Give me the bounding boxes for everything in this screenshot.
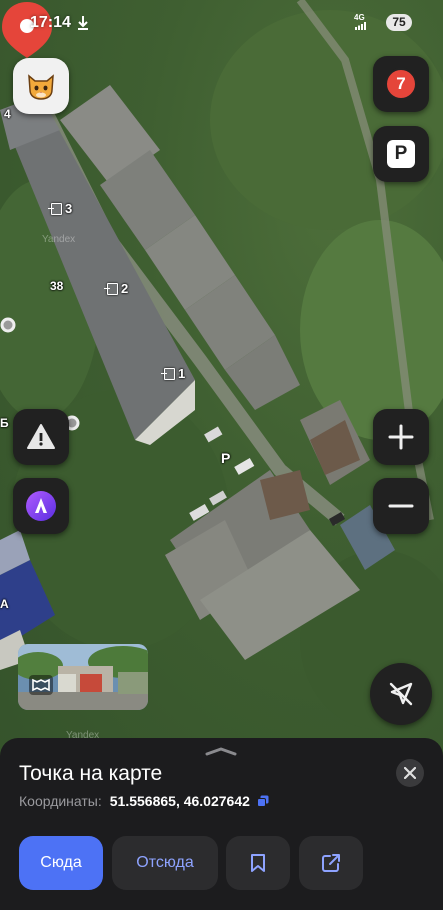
- bookmark-button[interactable]: [226, 836, 290, 890]
- zoom-in-button[interactable]: [373, 409, 429, 465]
- map-edge-label: 4: [4, 107, 11, 121]
- profile-avatar-button[interactable]: [13, 58, 69, 114]
- download-icon: [78, 16, 88, 30]
- my-location-button[interactable]: [370, 663, 432, 725]
- zoom-out-button[interactable]: [373, 478, 429, 534]
- entrance-marker-2[interactable]: 2: [104, 281, 129, 296]
- entrance-marker-1[interactable]: 1: [161, 366, 186, 381]
- map-edge-label: Б: [0, 416, 9, 430]
- share-button[interactable]: [299, 836, 363, 890]
- traffic-score-badge: 7: [385, 68, 417, 100]
- house-number-label: 38: [50, 279, 64, 293]
- location-arrow-off-icon: [389, 682, 413, 706]
- copy-icon[interactable]: [256, 795, 269, 807]
- signal-icon: [355, 22, 366, 30]
- cat-avatar-icon: [28, 74, 54, 100]
- warning-icon: [27, 424, 55, 449]
- sheet-title: Точка на карте: [19, 762, 163, 785]
- parking-map-label[interactable]: P: [221, 450, 230, 466]
- route-to-button[interactable]: Сюда: [19, 836, 103, 890]
- coordinates-label: Координаты:: [19, 793, 102, 809]
- minus-icon: [388, 504, 414, 508]
- status-bar: 17:14 4G 75: [0, 0, 443, 46]
- close-sheet-button[interactable]: [396, 759, 424, 787]
- street-photo-thumbnail[interactable]: [18, 644, 148, 710]
- route-to-label: Сюда: [40, 854, 82, 871]
- report-incident-button[interactable]: [13, 409, 69, 465]
- parking-layer-button[interactable]: P: [373, 126, 429, 182]
- coordinates-row: Координаты: 51.556865, 46.027642: [19, 793, 269, 809]
- entrance-number: 1: [178, 366, 186, 381]
- entrance-door-icon: [104, 282, 118, 295]
- map-view[interactable]: Yandex Yandex 4 Б А 38 3 2 1 P: [0, 0, 443, 780]
- entrance-marker-3[interactable]: 3: [48, 201, 73, 216]
- entrance-door-icon: [161, 367, 175, 380]
- point-info-sheet[interactable]: Точка на карте Координаты: 51.556865, 46…: [0, 738, 443, 910]
- close-icon: [404, 767, 416, 779]
- share-icon: [322, 854, 340, 872]
- status-time: 17:14: [30, 14, 71, 31]
- route-from-button[interactable]: Отсюда: [112, 836, 218, 890]
- entrance-number: 2: [121, 281, 129, 296]
- traffic-score-button[interactable]: 7: [373, 56, 429, 112]
- battery-indicator: 75: [386, 14, 412, 31]
- panorama-icon: [29, 675, 53, 695]
- plus-icon: [388, 424, 414, 450]
- bookmark-icon: [251, 854, 265, 872]
- alice-icon: [26, 491, 56, 521]
- entrance-number: 3: [65, 201, 73, 216]
- map-watermark: Yandex: [42, 234, 76, 245]
- route-from-label: Отсюда: [136, 854, 194, 871]
- sheet-handle-chevron-up-icon[interactable]: [205, 746, 237, 756]
- parking-icon: P: [387, 140, 415, 168]
- entrance-door-icon: [48, 202, 62, 215]
- alice-assistant-button[interactable]: [13, 478, 69, 534]
- network-type-label: 4G: [354, 13, 365, 22]
- map-edge-label: А: [0, 597, 9, 611]
- coordinates-value[interactable]: 51.556865, 46.027642: [110, 793, 250, 809]
